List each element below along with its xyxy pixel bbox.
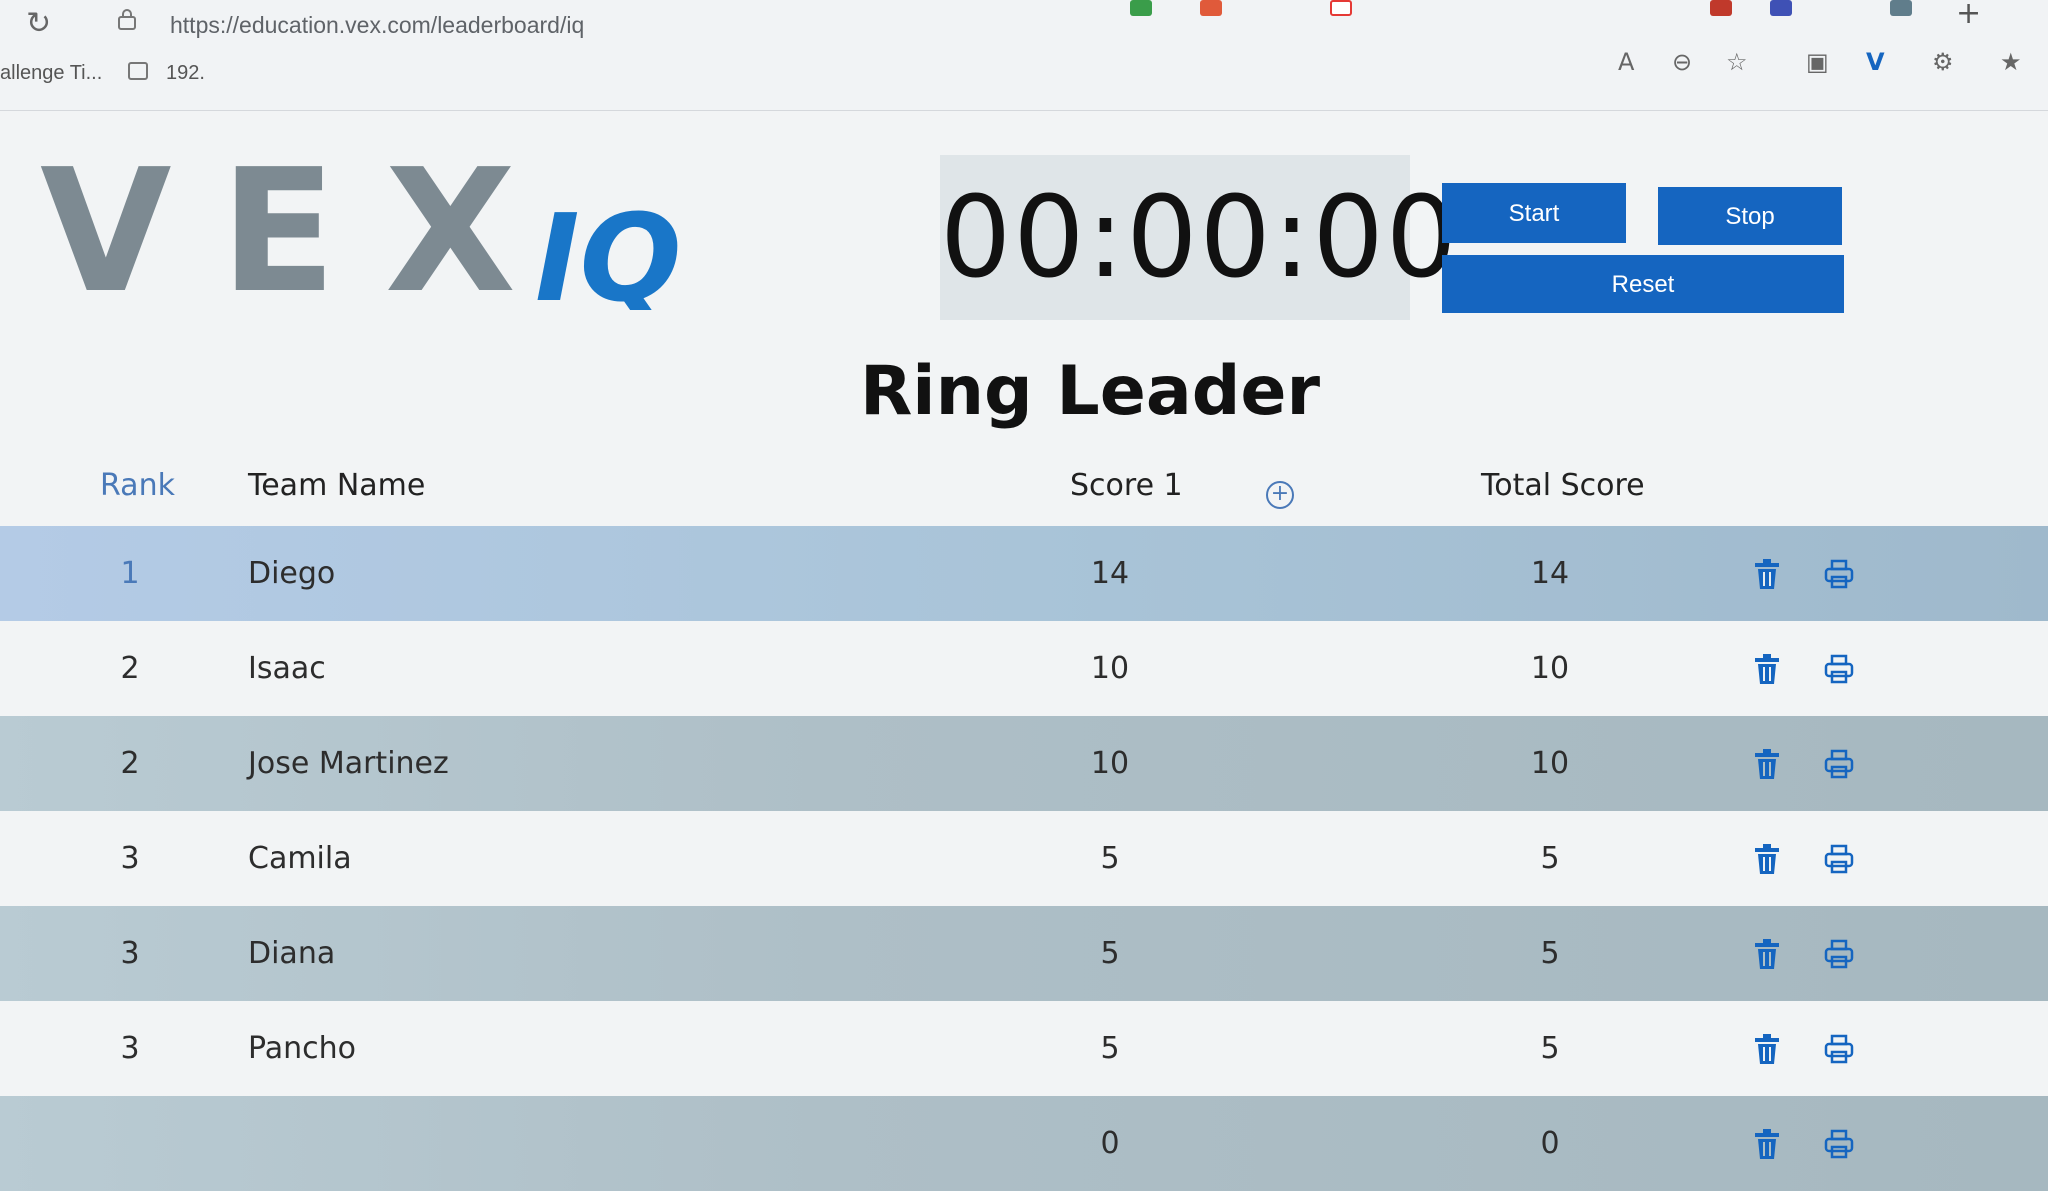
extension-icon[interactable] [1130,0,1152,16]
printer-icon[interactable] [1824,938,1854,970]
stop-button[interactable]: Stop [1658,187,1842,245]
team-name-cell[interactable]: Camila [248,811,352,906]
total-score-cell: 0 [1540,1126,1560,1161]
rank-cell: 3 [120,841,140,876]
svg-text:IQ: IQ [535,190,682,310]
table-row: 2 Isaac 10 10 [0,621,2048,716]
extension-icon[interactable] [1710,0,1732,16]
extension-icon[interactable]: ▣ [1806,48,1829,76]
printer-icon[interactable] [1824,558,1854,590]
bookmark-folder-icon [128,62,148,80]
trash-icon[interactable] [1752,1128,1782,1160]
read-aloud-icon[interactable]: A [1618,48,1634,76]
table-row: 3 Diana 5 5 [0,906,2048,1001]
table-row: 3 Pancho 5 5 [0,1001,2048,1096]
table-row: 2 Jose Martinez 10 10 [0,716,2048,811]
team-name-cell[interactable]: Diana [248,906,335,1001]
vex-extension-icon[interactable]: V [1866,48,1885,76]
team-name-cell[interactable]: Jose Martinez [248,716,449,811]
total-score-cell: 10 [1530,746,1570,781]
new-tab-icon[interactable]: + [1956,0,1981,31]
reset-button[interactable]: Reset [1442,255,1844,313]
trash-icon[interactable] [1752,558,1782,590]
team-name-cell[interactable]: Diego [248,526,335,621]
bookmark-item[interactable]: 192. [166,62,205,85]
lock-icon [118,9,136,30]
bookmark-item[interactable]: allenge Ti... [0,62,102,85]
zoom-out-icon[interactable]: ⊖ [1672,48,1692,76]
team-name-cell[interactable]: Isaac [248,621,326,716]
rank-cell: 1 [120,556,140,591]
favorites-icon[interactable]: ★ [2000,48,2022,76]
score1-cell[interactable]: 0 [1070,1096,1150,1191]
printer-icon[interactable] [1824,748,1854,780]
reload-icon[interactable]: ↻ [26,6,51,41]
timer-panel: 00:00:00 [940,155,1460,320]
trash-icon[interactable] [1752,1033,1782,1065]
score1-cell[interactable]: 5 [1070,1001,1150,1096]
score1-cell[interactable]: 5 [1070,906,1150,1001]
trash-icon[interactable] [1752,748,1782,780]
trash-icon[interactable] [1752,843,1782,875]
add-score-column-button[interactable]: + [1266,481,1294,509]
printer-icon[interactable] [1824,1033,1854,1065]
extension-icon[interactable] [1330,0,1352,16]
trash-icon[interactable] [1752,653,1782,685]
rank-cell: 3 [120,1031,140,1066]
score1-cell[interactable]: 14 [1070,526,1150,621]
total-score-cell: 14 [1530,556,1570,591]
extension-strip [1110,0,2010,20]
table-row: 0 0 [0,1096,2048,1191]
url-field[interactable]: https://education.vex.com/leaderboard/iq [170,12,584,39]
vex-iq-logo: VEX IQ [40,150,682,310]
total-score-header: Total Score [1481,468,1645,503]
printer-icon[interactable] [1824,843,1854,875]
extension-icon[interactable] [1770,0,1792,16]
rank-cell: 3 [120,936,140,971]
leaderboard-table: 1 Diego 14 14 2 Isaac 10 10 2 Jose Marti… [0,526,2048,1191]
favorite-add-icon[interactable]: ☆ [1726,48,1748,76]
team-name-header: Team Name [248,468,426,503]
total-score-cell: 10 [1530,651,1570,686]
leaderboard-title: Ring Leader [859,352,1321,431]
rank-cell: 2 [120,746,140,781]
svg-text:VEX: VEX [40,150,513,310]
extension-icon[interactable] [1890,0,1912,16]
score1-cell[interactable]: 5 [1070,811,1150,906]
score1-cell[interactable]: 10 [1070,716,1150,811]
rank-cell [100,1096,160,1191]
total-score-cell: 5 [1540,936,1560,971]
printer-icon[interactable] [1824,1128,1854,1160]
score1-header: Score 1 [1070,468,1183,503]
printer-icon[interactable] [1824,653,1854,685]
table-row: 3 Camila 5 5 [0,811,2048,906]
team-name-cell[interactable]: Pancho [248,1001,356,1096]
score1-cell[interactable]: 10 [1070,621,1150,716]
extension-icon[interactable] [1200,0,1222,16]
rank-header[interactable]: Rank [100,468,175,503]
total-score-cell: 5 [1540,841,1560,876]
total-score-cell: 5 [1540,1031,1560,1066]
table-row: 1 Diego 14 14 [0,526,2048,621]
trash-icon[interactable] [1752,938,1782,970]
timer-display: 00:00:00 [940,173,1460,303]
rank-cell: 2 [120,651,140,686]
extensions-icon[interactable]: ⚙ [1932,48,1954,76]
start-button[interactable]: Start [1442,183,1626,243]
browser-chrome: ↻ https://education.vex.com/leaderboard/… [0,0,2048,111]
